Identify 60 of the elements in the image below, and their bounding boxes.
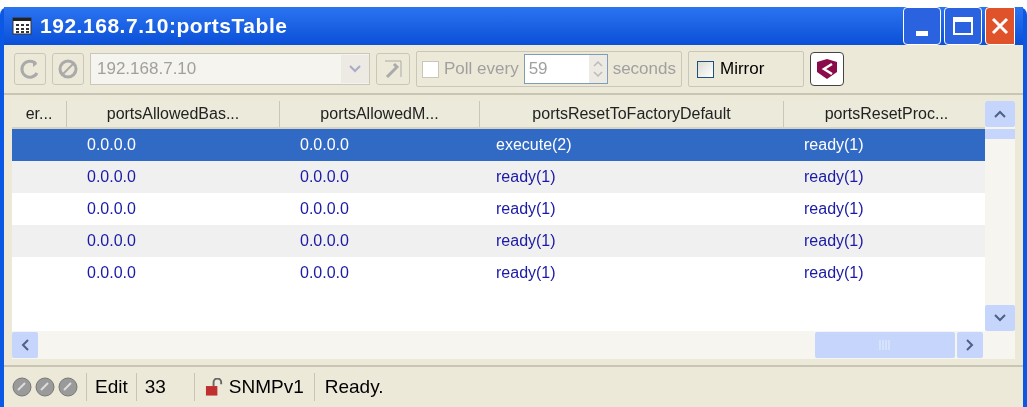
minimize-button[interactable]	[903, 7, 941, 45]
column-header[interactable]: portsAllowedM...	[280, 101, 480, 127]
table-cell-text: ready(1)	[804, 231, 864, 251]
close-button[interactable]	[985, 7, 1015, 45]
table-icon	[12, 17, 32, 35]
table-cell-text: ready(1)	[496, 199, 556, 219]
column-header[interactable]: portsResetToFactoryDefault	[480, 101, 784, 127]
horizontal-scrollbar[interactable]	[12, 331, 1015, 359]
status-message: Ready.	[313, 372, 394, 402]
table-cell-text: ready(1)	[804, 135, 864, 155]
protocol-status: SNMPv1	[228, 374, 304, 399]
scroll-thumb[interactable]	[815, 332, 955, 358]
table-cell-text: 0.0.0.0	[87, 167, 136, 187]
padlock-icon	[204, 378, 224, 396]
table-cell-text: 0.0.0.0	[87, 199, 136, 219]
table-cell-text: ready(1)	[804, 167, 864, 187]
refresh-icon	[19, 58, 41, 80]
table-cell-text: 0.0.0.0	[87, 263, 136, 283]
status-light-icon	[58, 377, 78, 397]
close-icon	[991, 17, 1009, 35]
column-header[interactable]: er...	[12, 101, 67, 127]
table-cell-text: 0.0.0.0	[300, 231, 349, 251]
table-cell-text: ready(1)	[496, 231, 556, 251]
table-row[interactable]: 0.0.0.0 0.0.0.0 ready(1) ready(1)	[12, 225, 985, 257]
table-cell-text: execute(2)	[496, 135, 572, 155]
window-title: 192.168.7.10:portsTable	[40, 13, 288, 40]
scroll-down-button[interactable]	[985, 305, 1015, 331]
dropdown-caret-icon	[341, 55, 369, 83]
minimize-icon	[916, 31, 928, 36]
table-row[interactable]: 0.0.0.0 0.0.0.0 execute(2) ready(1)	[12, 129, 985, 161]
scroll-left-button[interactable]	[12, 332, 38, 358]
vertical-scrollbar[interactable]	[985, 101, 1015, 331]
scroll-up-button[interactable]	[985, 101, 1015, 127]
column-header[interactable]: portsAllowedBas...	[67, 101, 280, 127]
count-status: 33	[135, 372, 194, 402]
table-cell-text: 0.0.0.0	[300, 167, 349, 187]
status-light-icon	[35, 377, 55, 397]
maximize-icon	[953, 17, 973, 35]
table-cell-text: 0.0.0.0	[300, 199, 349, 219]
table-row[interactable]: 0.0.0.0 0.0.0.0 ready(1) ready(1)	[12, 161, 985, 193]
table-cell-text: 0.0.0.0	[300, 135, 349, 155]
mode-status: Edit	[86, 372, 136, 402]
scroll-thumb[interactable]	[985, 129, 1015, 139]
checkbox[interactable]	[696, 60, 714, 78]
maximize-button[interactable]	[944, 7, 982, 45]
poll-label: Poll every	[444, 58, 519, 81]
spinner-arrows-icon	[588, 55, 607, 83]
app-logo-button[interactable]	[809, 52, 844, 86]
table-cell-text: ready(1)	[804, 199, 864, 219]
mirror-label: Mirror	[719, 58, 765, 81]
scroll-right-button[interactable]	[957, 332, 983, 358]
table-cell-text: 0.0.0.0	[87, 135, 136, 155]
seconds-label: seconds	[612, 58, 676, 81]
table-cell-text: 0.0.0.0	[87, 231, 136, 251]
table-cell-text: ready(1)	[804, 263, 864, 283]
table-cell-text: 0.0.0.0	[300, 263, 349, 283]
table-cell-text: ready(1)	[496, 167, 556, 187]
logo-icon	[814, 58, 839, 80]
table-cell-text: ready(1)	[496, 263, 556, 283]
status-light-icon	[12, 377, 32, 397]
